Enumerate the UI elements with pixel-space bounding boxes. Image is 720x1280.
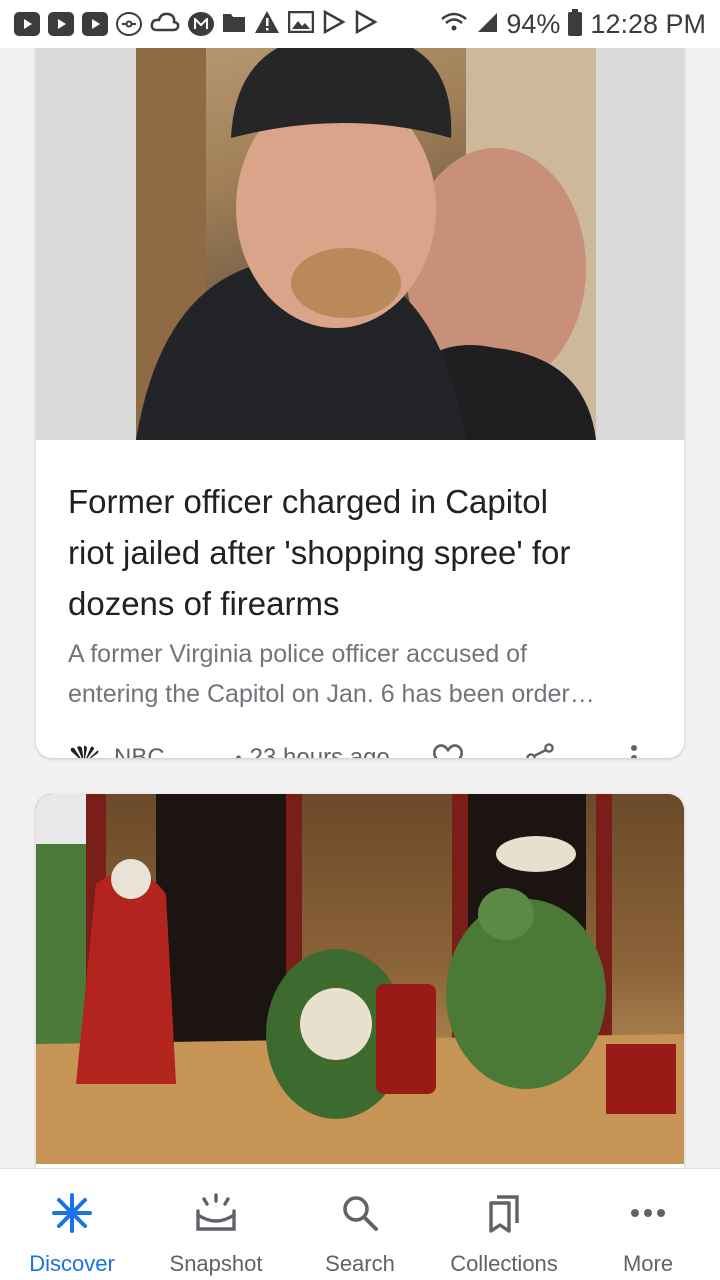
discover-feed[interactable]: Former officer charged in Capitol riot j… [0,48,720,1168]
nav-label: Snapshot [169,1251,263,1276]
article-photo [136,48,596,440]
snapshot-icon [194,1191,238,1235]
news-card[interactable]: Former officer charged in Capitol riot j… [36,48,684,758]
snippet-line: entering the Capitol on Jan. 6 has been … [68,680,595,708]
play-store-icon [322,9,346,39]
nav-label: More [622,1251,674,1276]
youtube-icon [14,12,40,36]
status-bar: 94% 12:28 PM [0,0,720,48]
headline-line: riot jailed after 'shopping spree' for [68,534,571,571]
heart-icon[interactable] [428,738,468,758]
notification-icons [14,9,378,39]
headline-line: Former officer charged in Capitol [68,483,548,520]
publish-time: 23 hours ago [249,744,390,758]
nav-label: Collections [450,1251,558,1276]
meta-separator: • [235,747,242,759]
nbc-peacock-icon [68,744,100,758]
nav-more[interactable]: More [576,1169,720,1280]
more-horizontal-icon [630,1191,666,1235]
collections-icon [484,1191,524,1235]
asterisk-icon [52,1191,92,1235]
article-headline[interactable]: Former officer charged in Capitol riot j… [68,476,648,629]
pokeball-icon [116,12,142,36]
article-snippet: A former Virginia police officer accused… [68,634,648,714]
m-app-icon [188,12,214,36]
clock: 12:28 PM [590,8,706,39]
nav-label: Discover [29,1251,115,1276]
image-icon [287,10,315,38]
search-icon [340,1191,380,1235]
more-vertical-icon[interactable] [614,738,654,758]
share-icon[interactable] [520,738,560,758]
snippet-line: A former Virginia police officer accused… [68,640,528,668]
source-name[interactable]: NBC … [114,744,195,758]
nav-collections[interactable]: Collections [432,1169,576,1280]
article-meta: NBC … • 23 hours ago [68,738,658,758]
bottom-navigation: Discover Snapshot Search Collections Mor… [0,1168,720,1280]
wifi-icon [440,9,468,40]
nav-snapshot[interactable]: Snapshot [144,1169,288,1280]
article-image[interactable] [36,794,684,1164]
youtube-icon [48,12,74,36]
nav-label: Search [325,1251,395,1276]
news-card[interactable] [36,794,684,1168]
nav-discover[interactable]: Discover [0,1169,144,1280]
signal-icon [476,9,498,40]
nav-search[interactable]: Search [288,1169,432,1280]
warning-icon [254,10,280,39]
battery-icon [568,9,583,36]
battery-percentage: 94% [506,8,561,39]
cloud-icon [150,11,180,38]
youtube-icon [82,12,108,36]
play-store-icon [354,9,378,39]
folder-icon [222,11,246,38]
headline-line: dozens of firearms [68,585,340,622]
article-image[interactable] [36,48,684,440]
